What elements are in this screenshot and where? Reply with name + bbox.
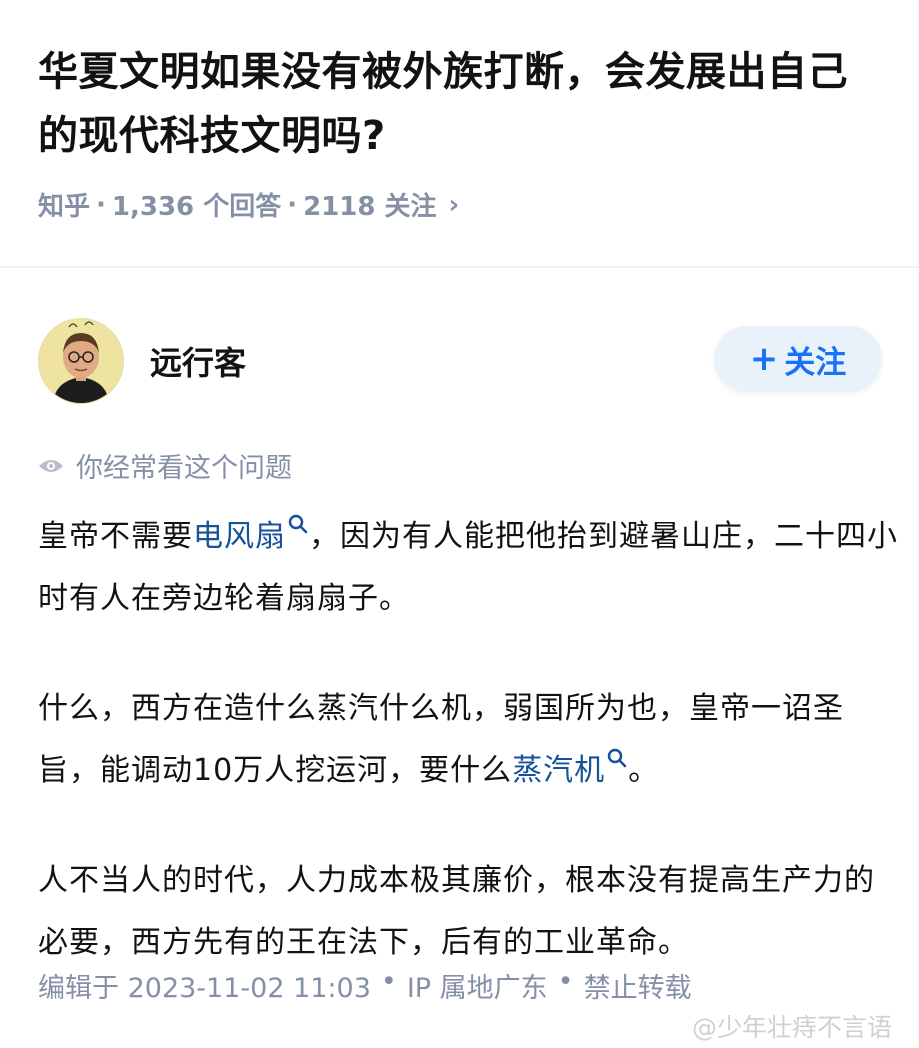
author-row: 远行客 [38, 318, 246, 404]
search-link-steam-engine[interactable]: 蒸汽机 [512, 748, 628, 788]
notice-text: 你经常看这个问题 [76, 453, 292, 484]
paragraph-2: 什么，西方在造什么蒸汽什么机，弱国所为也，皇帝一诏圣旨，能调动10万人挖运河，要… [38, 691, 844, 788]
search-icon [607, 748, 627, 768]
ip-location: IP 属地广东 [406, 973, 548, 1004]
source-label: 知乎 [38, 192, 91, 222]
divider [0, 266, 919, 268]
avatar[interactable] [38, 318, 124, 404]
edit-time: 编辑于 2023-11-02 11:03 [38, 973, 371, 1004]
paragraph-3: 人不当人的时代，人力成本极其廉价，根本没有提高生产力的必要，西方先有的王在法下，… [38, 863, 875, 960]
search-icon [288, 514, 308, 534]
question-title[interactable]: 华夏文明如果没有被外族打断，会发展出自己的现代科技文明吗? [38, 40, 888, 168]
frequent-visit-notice: 你经常看这个问题 [38, 446, 292, 485]
watermark-text: @少年壮痔不言语 [692, 1013, 893, 1042]
author-name[interactable]: 远行客 [150, 338, 246, 384]
watermark: @少年壮痔不言语 [692, 1008, 892, 1044]
follow-label: 关注 [784, 344, 847, 381]
copyright-notice: 禁止转载 [583, 973, 692, 1004]
follower-count: 2118 关注 [303, 192, 437, 222]
plus-icon: + [749, 339, 779, 379]
edit-info: 编辑于 2023-11-02 11:03 • IP 属地广东 • 禁止转载 [38, 966, 692, 1004]
search-link-fan[interactable]: 电风扇 [193, 514, 309, 554]
question-meta[interactable]: 知乎 · 1,336 个回答 · 2118 关注 › [38, 186, 459, 223]
paragraph-1: 皇帝不需要电风扇 ，因为有人能把他抬到避暑山庄，二十四小时有人在旁边轮着扇扇子。 [38, 506, 898, 630]
follow-button[interactable]: + 关注 [714, 326, 882, 392]
answer-content: 皇帝不需要电风扇 ，因为有人能把他抬到避暑山庄，二十四小时有人在旁边轮着扇扇子。 … [38, 506, 898, 1022]
answer-count: 1,336 个回答 [111, 192, 282, 222]
eye-icon [39, 459, 63, 472]
question-header: 华夏文明如果没有被外族打断，会发展出自己的现代科技文明吗? [38, 40, 888, 168]
chevron-right-icon: › [448, 189, 460, 220]
